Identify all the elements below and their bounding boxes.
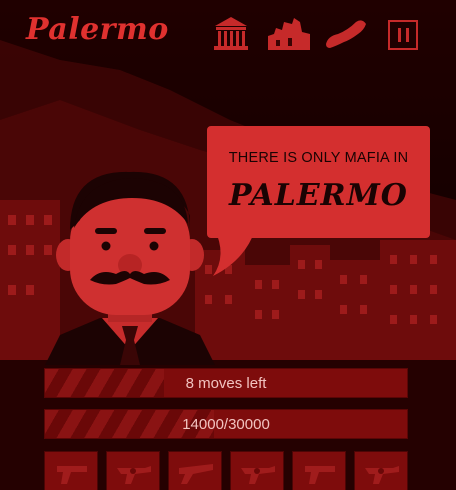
revolver-icon [365,466,399,484]
game-scene: Palermo THERE IS ONLY MAFIA IN PALERMO 8… [0,0,456,490]
score-bar: 14000/30000 [44,409,408,439]
italy-boot-icon[interactable] [324,14,368,56]
speech-line-1: THERE IS ONLY MAFIA IN [228,150,409,166]
city-logo: Palermo [26,12,169,47]
score-label: 14000/30000 [182,416,270,433]
moves-bar: 8 moves left [44,368,408,398]
top-bar: Palermo [0,0,456,70]
temple-icon[interactable] [212,14,250,56]
pause-button[interactable] [388,20,418,50]
weapon-slot-4[interactable] [230,451,284,490]
ruins-icon[interactable] [266,14,312,56]
shotgun-icon [179,464,213,484]
pistol-icon [305,466,335,484]
revolver-icon [241,466,275,484]
revolver-icon [117,466,151,484]
weapon-slot-6[interactable] [354,451,408,490]
speech-bubble: THERE IS ONLY MAFIA IN PALERMO [207,126,430,238]
pause-icon [398,28,401,42]
moves-left-label: 8 moves left [185,375,267,392]
speech-city-name: PALERMO [229,178,408,213]
pistol-icon [57,466,87,484]
mafioso-character [45,171,215,365]
weapon-slot-3[interactable] [168,451,222,490]
weapon-slot-2[interactable] [106,451,160,490]
weapon-slot-1[interactable] [44,451,98,490]
weapon-slot-5[interactable] [292,451,346,490]
